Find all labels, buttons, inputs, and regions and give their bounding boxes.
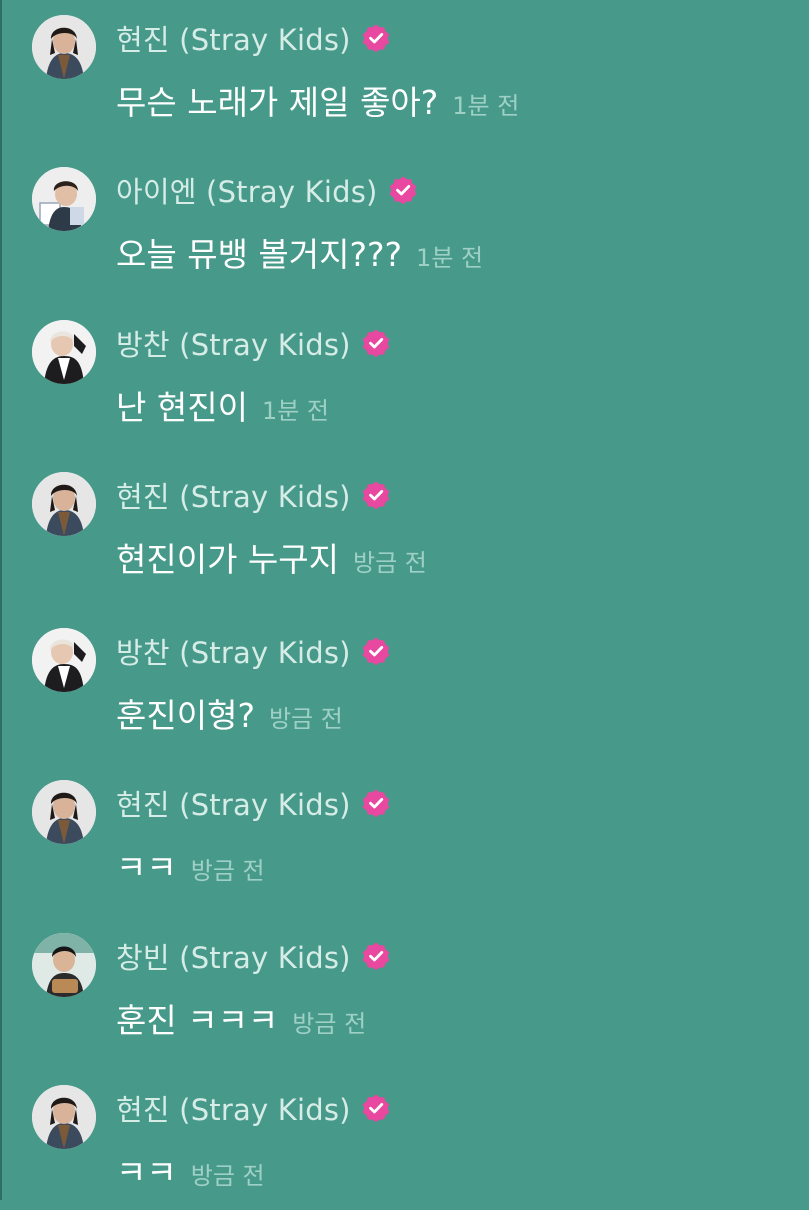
verified-badge-icon bbox=[361, 23, 391, 53]
timestamp: 방금 전 bbox=[353, 549, 427, 577]
verified-badge-icon bbox=[361, 788, 391, 818]
verified-badge-icon bbox=[361, 480, 391, 510]
message-text: 훈진이형? bbox=[116, 696, 255, 735]
chat-message: 현진 (Stray Kids) ㅋㅋ 방금 전 bbox=[0, 765, 809, 905]
username[interactable]: 현진 (Stray Kids) bbox=[116, 474, 351, 516]
message-text: 훈진 ㅋㅋㅋ bbox=[116, 1001, 279, 1040]
chat-message: 방찬 (Stray Kids) 훈진이형? 방금 전 bbox=[0, 613, 809, 753]
username[interactable]: 창빈 (Stray Kids) bbox=[116, 935, 351, 977]
avatar[interactable] bbox=[32, 15, 96, 79]
chat-message: 현진 (Stray Kids) ㅋㅋ 방금 전 bbox=[0, 1070, 809, 1210]
verified-badge-icon bbox=[388, 175, 418, 205]
message-text: 무슨 노래가 제일 좋아? bbox=[116, 83, 439, 122]
timestamp: 1분 전 bbox=[452, 92, 520, 120]
message-text: ㅋㅋ bbox=[116, 1153, 177, 1192]
chat-message: 아이엔 (Stray Kids) 오늘 뮤뱅 볼거지??? 1분 전 bbox=[0, 152, 809, 292]
username[interactable]: 방찬 (Stray Kids) bbox=[116, 630, 351, 672]
username[interactable]: 방찬 (Stray Kids) bbox=[116, 322, 351, 364]
chat-message: 현진 (Stray Kids) 무슨 노래가 제일 좋아? 1분 전 bbox=[0, 0, 809, 140]
chat-message: 현진 (Stray Kids) 현진이가 누구지 방금 전 bbox=[0, 457, 809, 597]
username[interactable]: 현진 (Stray Kids) bbox=[116, 1087, 351, 1129]
timestamp: 방금 전 bbox=[190, 857, 265, 885]
message-text: 현진이가 누구지 bbox=[116, 540, 340, 579]
verified-badge-icon bbox=[361, 636, 391, 666]
verified-badge-icon bbox=[361, 941, 391, 971]
verified-badge-icon bbox=[361, 1093, 391, 1123]
avatar[interactable] bbox=[32, 167, 96, 231]
timestamp: 방금 전 bbox=[292, 1010, 367, 1038]
avatar[interactable] bbox=[32, 933, 96, 997]
timestamp: 방금 전 bbox=[268, 705, 343, 733]
verified-badge-icon bbox=[361, 328, 391, 358]
message-text: 난 현진이 bbox=[116, 388, 248, 427]
avatar[interactable] bbox=[32, 472, 96, 536]
chat-message: 방찬 (Stray Kids) 난 현진이 1분 전 bbox=[0, 305, 809, 445]
username[interactable]: 현진 (Stray Kids) bbox=[116, 17, 351, 59]
avatar[interactable] bbox=[32, 780, 96, 844]
timestamp: 1분 전 bbox=[261, 397, 329, 425]
message-text: ㅋㅋ bbox=[116, 848, 177, 887]
username[interactable]: 현진 (Stray Kids) bbox=[116, 782, 351, 824]
chat-message: 창빈 (Stray Kids) 훈진 ㅋㅋㅋ 방금 전 bbox=[0, 918, 809, 1058]
avatar[interactable] bbox=[32, 628, 96, 692]
timestamp: 방금 전 bbox=[190, 1162, 265, 1190]
timestamp: 1분 전 bbox=[416, 244, 484, 272]
avatar[interactable] bbox=[32, 1085, 96, 1149]
avatar[interactable] bbox=[32, 320, 96, 384]
username[interactable]: 아이엔 (Stray Kids) bbox=[116, 169, 378, 211]
message-text: 오늘 뮤뱅 볼거지??? bbox=[116, 235, 403, 274]
